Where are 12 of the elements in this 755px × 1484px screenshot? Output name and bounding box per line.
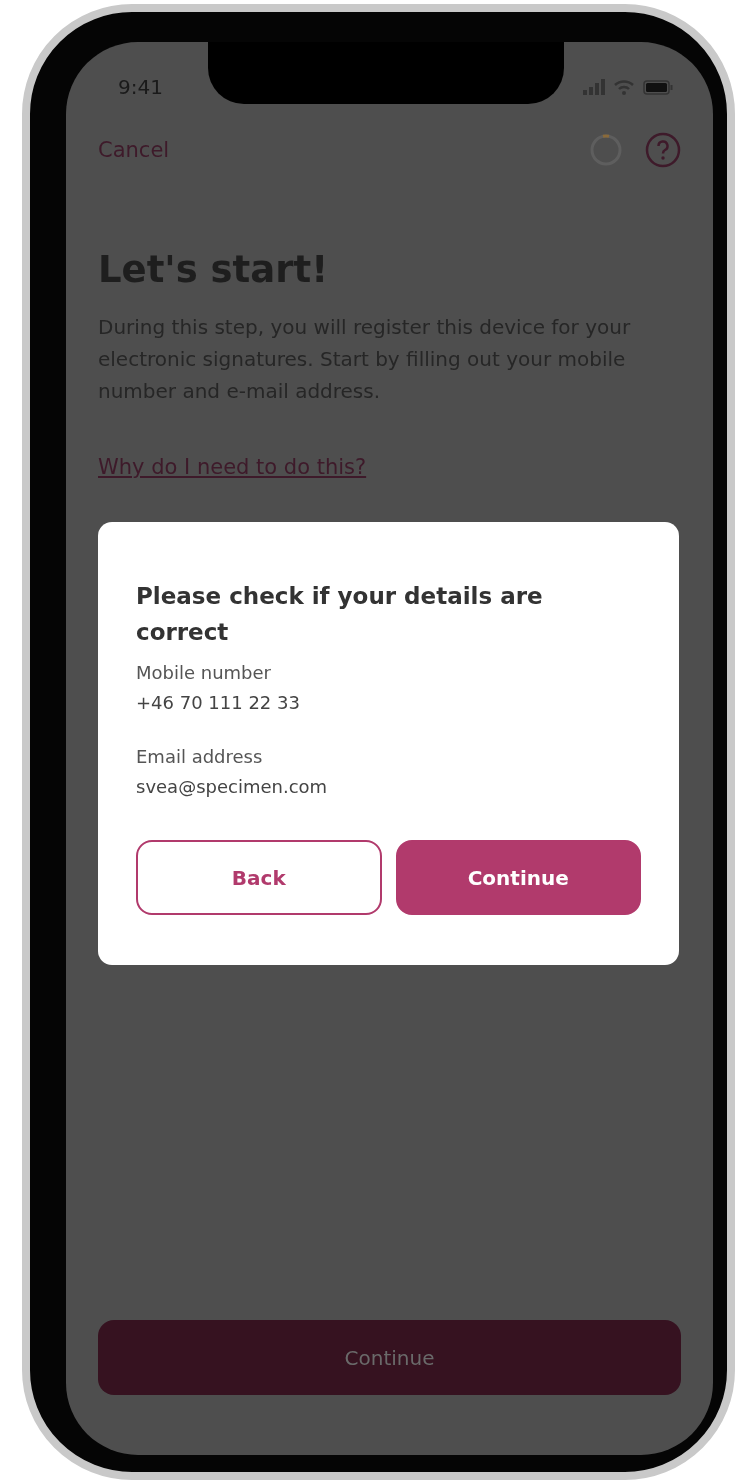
field-value: svea@specimen.com xyxy=(136,775,329,799)
loading-spinner-icon xyxy=(589,133,623,167)
signal-icon xyxy=(583,79,605,95)
field-value: +46 70 111 22 33 xyxy=(136,691,301,715)
wifi-icon xyxy=(613,79,635,95)
dialog-title: Please check if your details are correct xyxy=(136,582,544,647)
continue-button[interactable]: Continue xyxy=(395,840,641,915)
help-icon[interactable] xyxy=(645,132,681,168)
field-label: Mobile number xyxy=(136,661,273,685)
battery-icon xyxy=(643,79,673,95)
back-button[interactable]: Back xyxy=(136,840,382,915)
field-label: Email address xyxy=(136,745,264,769)
